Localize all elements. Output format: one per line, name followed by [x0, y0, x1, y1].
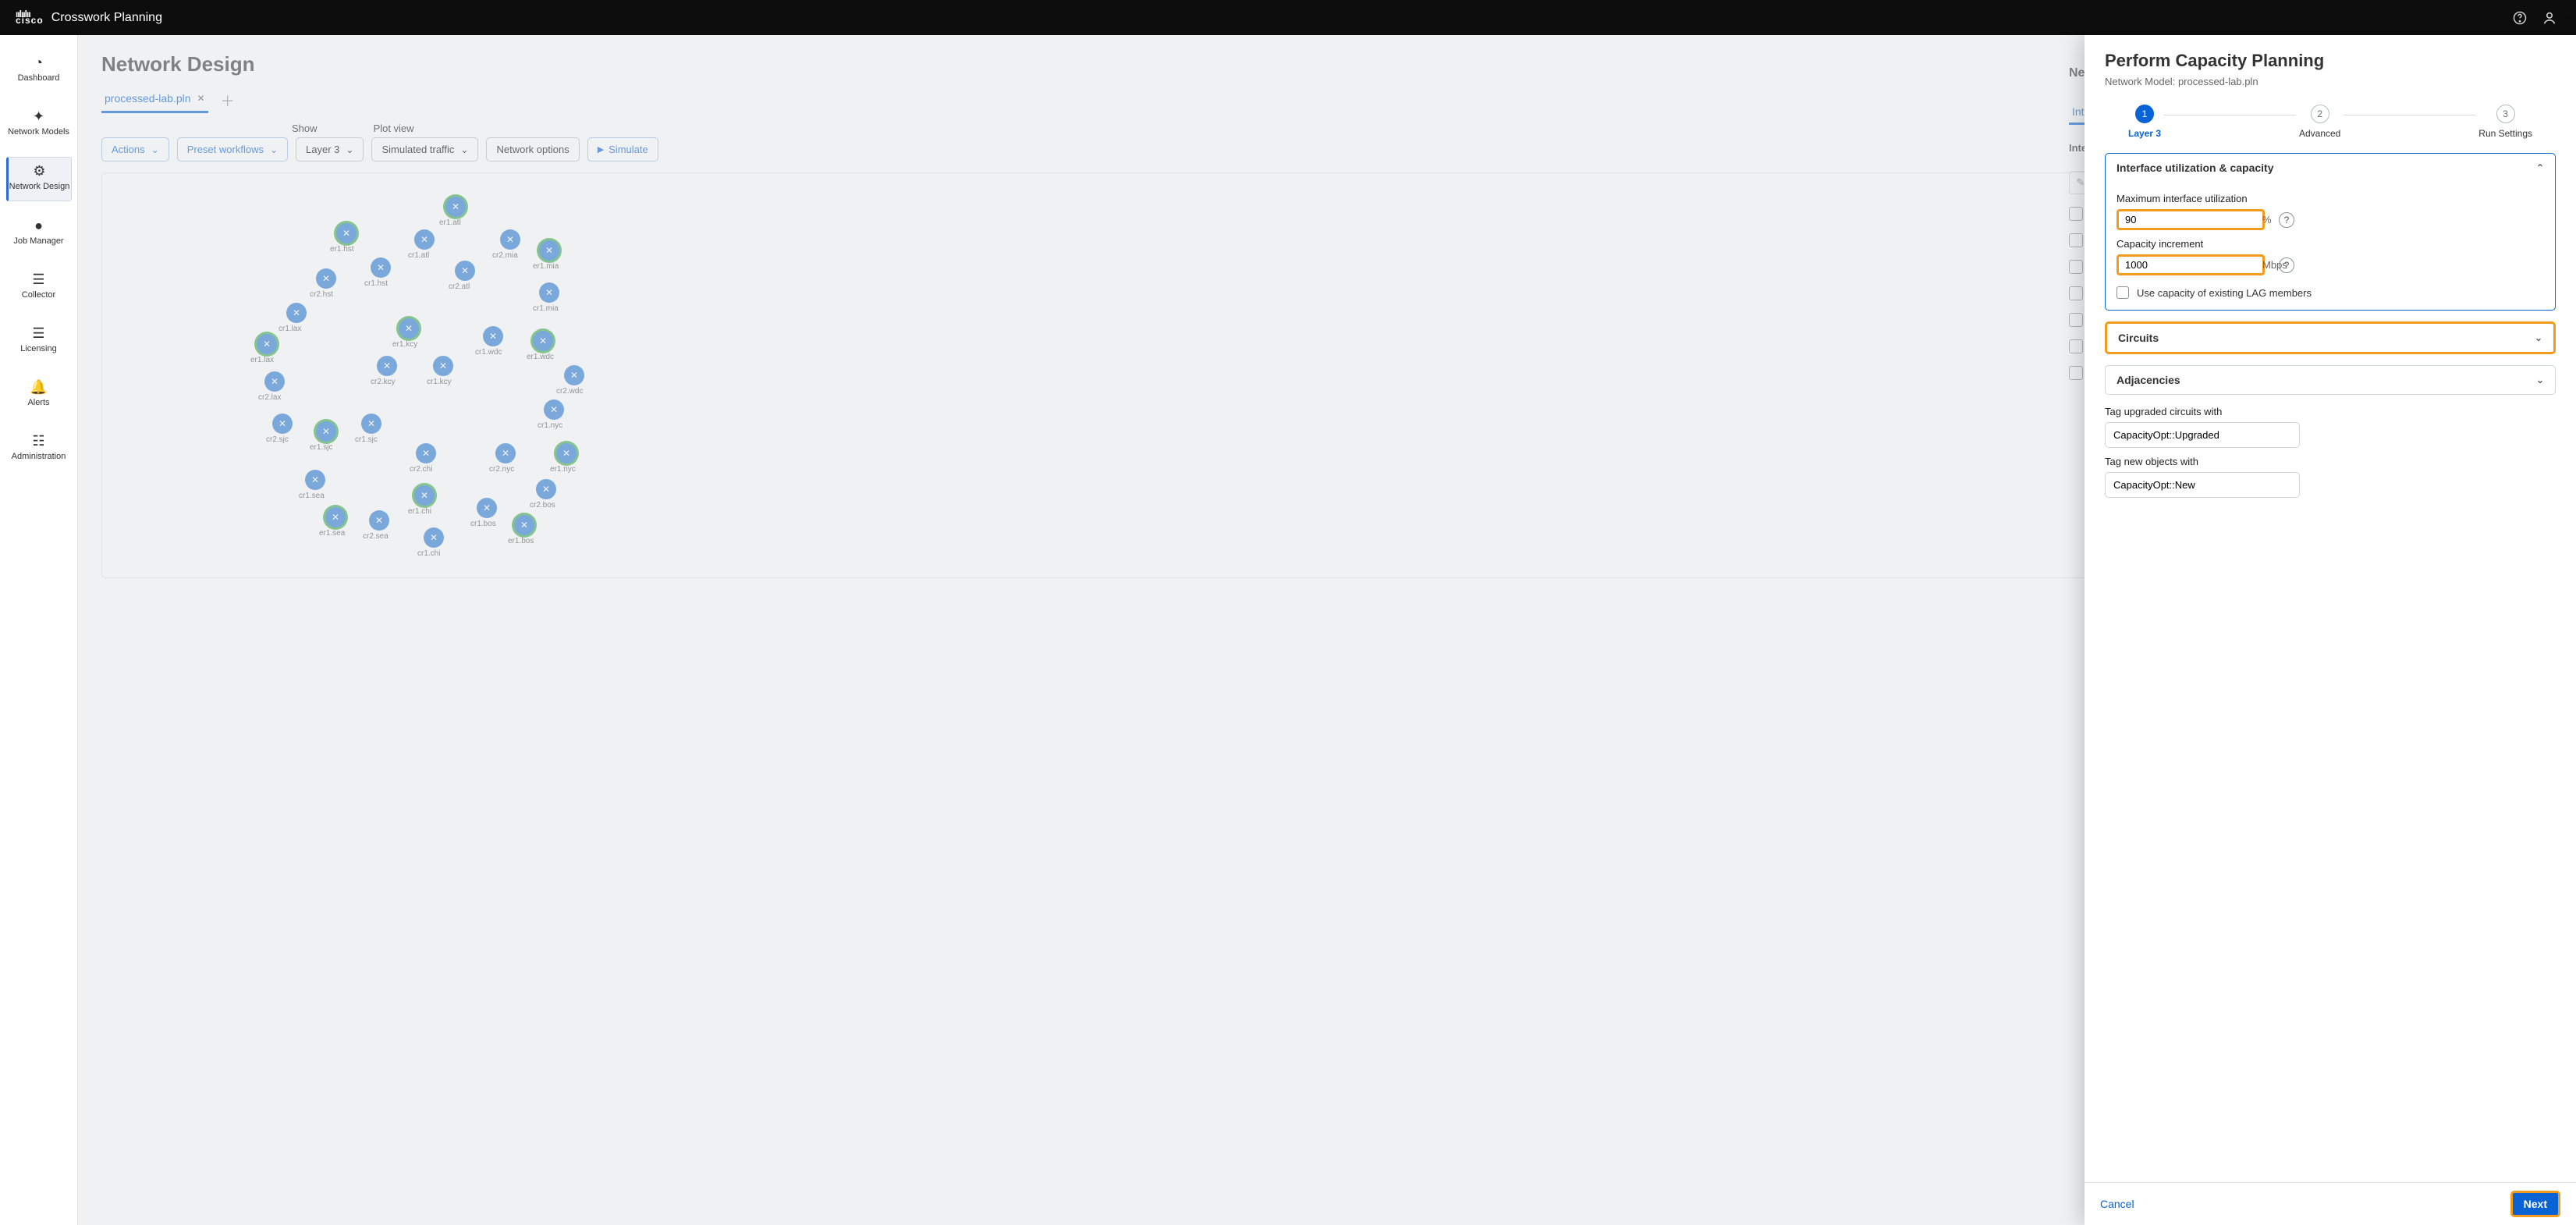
- use-lag-checkbox[interactable]: Use capacity of existing LAG members: [2117, 286, 2544, 299]
- cap-incr-input-wrap: Mbps: [2117, 254, 2265, 275]
- design-icon: ⚙: [33, 164, 45, 178]
- help-icon[interactable]: ?: [2279, 212, 2294, 228]
- mbps-unit: Mbps: [2262, 259, 2287, 271]
- gauge-icon: ◔: [34, 55, 43, 69]
- left-sidebar: ◔Dashboard ✦Network Models ⚙Network Desi…: [0, 35, 78, 1225]
- modal-subtitle: Network Model: processed-lab.pln: [2105, 76, 2556, 87]
- sidebar-item-dashboard[interactable]: ◔Dashboard: [6, 49, 72, 92]
- max-util-input-wrap: %: [2117, 209, 2265, 230]
- sidebar-item-alerts[interactable]: 🔔Alerts: [6, 374, 72, 417]
- cap-incr-label: Capacity increment: [2117, 238, 2544, 250]
- percent-unit: %: [2262, 214, 2272, 225]
- chevron-down-icon: ⌄: [2535, 332, 2542, 343]
- sidebar-item-network-design[interactable]: ⚙Network Design: [6, 157, 72, 201]
- sliders-icon: ☰: [32, 326, 44, 340]
- app-title: Crosswork Planning: [51, 11, 162, 25]
- sidebar-item-network-models[interactable]: ✦Network Models: [6, 103, 72, 146]
- tag-new-label: Tag new objects with: [2105, 456, 2556, 467]
- cancel-button[interactable]: Cancel: [2100, 1198, 2134, 1210]
- user-icon[interactable]: [2539, 7, 2560, 29]
- chevron-down-icon: ⌄: [2536, 375, 2544, 385]
- circuits-card: Circuits ⌄: [2105, 321, 2556, 354]
- max-util-input[interactable]: [2125, 214, 2262, 225]
- card-header[interactable]: Circuits ⌄: [2107, 324, 2553, 352]
- sidebar-item-job-manager[interactable]: ●Job Manager: [6, 212, 72, 255]
- help-icon[interactable]: [2509, 7, 2531, 29]
- sidebar-item-administration[interactable]: ☷Administration: [6, 428, 72, 470]
- interface-utilization-card: Interface utilization & capacity ⌃ Maxim…: [2105, 153, 2556, 311]
- cisco-logo: ıılıılııcisco: [16, 12, 44, 23]
- step-1[interactable]: 1Layer 3: [2128, 105, 2161, 139]
- max-util-label: Maximum interface utilization: [2117, 193, 2544, 204]
- sliders-icon: ☰: [32, 272, 44, 286]
- admin-icon: ☷: [32, 434, 44, 448]
- capacity-planning-panel: Perform Capacity Planning Network Model:…: [2085, 35, 2576, 1225]
- cap-incr-input[interactable]: [2125, 259, 2262, 271]
- card-header[interactable]: Interface utilization & capacity ⌃: [2106, 154, 2555, 182]
- sidebar-item-licensing[interactable]: ☰Licensing: [6, 320, 72, 363]
- adjacencies-card: Adjacencies ⌄: [2105, 365, 2556, 395]
- tag-upgraded-label: Tag upgraded circuits with: [2105, 406, 2556, 417]
- bell-icon: 🔔: [30, 380, 47, 394]
- stepper: 1Layer 3 2Advanced 3Run Settings: [2105, 101, 2556, 153]
- tag-upgraded-input[interactable]: [2105, 422, 2300, 448]
- chevron-up-icon: ⌃: [2536, 162, 2544, 173]
- job-icon: ●: [34, 218, 43, 233]
- step-3[interactable]: 3Run Settings: [2478, 105, 2532, 139]
- modal-title: Perform Capacity Planning: [2105, 51, 2556, 71]
- step-2[interactable]: 2Advanced: [2299, 105, 2340, 139]
- card-header[interactable]: Adjacencies ⌄: [2106, 366, 2555, 394]
- modal-footer: Cancel Next: [2085, 1182, 2576, 1225]
- sidebar-item-collector[interactable]: ☰Collector: [6, 266, 72, 309]
- topbar: ıılıılııcisco Crosswork Planning: [0, 0, 2576, 35]
- models-icon: ✦: [33, 109, 44, 123]
- tag-new-input[interactable]: [2105, 472, 2300, 498]
- next-button[interactable]: Next: [2510, 1191, 2560, 1217]
